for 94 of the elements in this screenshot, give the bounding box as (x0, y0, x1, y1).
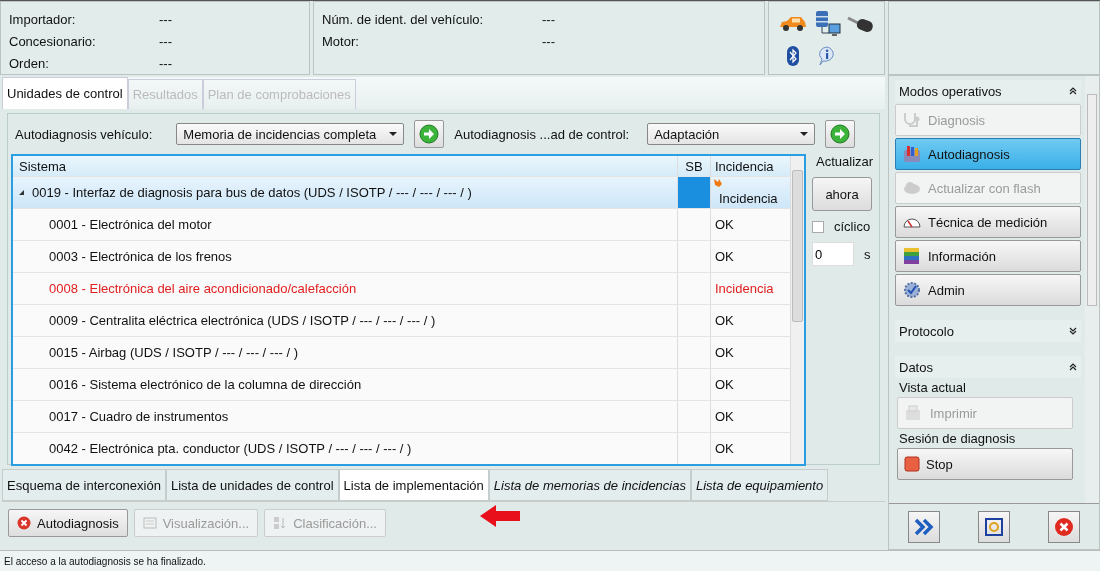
go-button[interactable] (414, 120, 445, 148)
system-name: 0015 - Airbag (UDS / ISOTP / --- / --- / --- / ) (49, 345, 298, 360)
result-text: OK (715, 409, 734, 424)
books-icon (902, 247, 922, 265)
go-button[interactable] (825, 120, 856, 148)
system-name: 0019 - Interfaz de diagnosis para bus de datos (UDS / ISOTP / --- / --- / --- / ) (32, 185, 472, 200)
tab[interactable]: Lista de unidades de control (165, 469, 339, 501)
field-label: Orden: (9, 55, 50, 71)
table-row[interactable]: 0009 - Centralita eléctrica electrónica (UDS / ISOTP / --- / --- / --- / ) OK (13, 305, 790, 337)
result-text: OK (715, 441, 734, 456)
field-value: --- (542, 33, 555, 49)
section-header[interactable]: Protocolo (895, 320, 1081, 342)
field-value: --- (159, 55, 172, 71)
collapse-icon[interactable] (1069, 87, 1077, 95)
cancel-icon (17, 516, 31, 530)
car-icon[interactable] (777, 15, 808, 33)
tools-icon (902, 145, 922, 163)
table-row[interactable]: 0019 - Interfaz de diagnosis para bus de datos (UDS / ISOTP / --- / --- / --- / ) Incidencia (13, 177, 790, 209)
expand-icon[interactable] (19, 190, 24, 195)
collapse-icon[interactable] (1069, 363, 1077, 371)
system-name: 0017 - Cuadro de instrumentos (49, 409, 229, 424)
stop-icon (904, 456, 920, 472)
result-text: OK (715, 345, 734, 360)
forward-button[interactable] (908, 510, 940, 543)
mode-button[interactable]: Técnica de medición (895, 206, 1081, 238)
system-name: 0016 - Sistema electrónico de la columna de dirección (49, 377, 362, 392)
select-label: Autodiagnosis ...ad de control: (454, 126, 630, 142)
system-name: 0003 - Electrónica de los frenos (49, 249, 232, 264)
vehicle-dropdown[interactable]: Memoria de incidencias completa (176, 123, 405, 145)
checkbox[interactable] (812, 220, 824, 233)
frame-button[interactable] (978, 510, 1010, 543)
field-label: Importador: (9, 11, 77, 27)
result-text: OK (715, 313, 734, 328)
select-label: Autodiagnosis vehículo: (15, 126, 153, 142)
table-row[interactable]: 0015 - Airbag (UDS / ISOTP / --- / --- / --- / ) OK (13, 337, 790, 369)
field-value: --- (542, 11, 555, 27)
section-header[interactable]: Datos (895, 356, 1081, 378)
system-name: 0008 - Electrónica del aire acondicionado/calefacción (49, 281, 357, 296)
unit-label: s (864, 246, 871, 262)
field-value: --- (159, 11, 172, 27)
status-text: El acceso a la autodiagnosis se ha finalizado. (4, 555, 206, 567)
mode-button[interactable]: Admin (895, 274, 1081, 306)
action-button[interactable]: Autodiagnosis (8, 509, 128, 537)
refresh-button[interactable]: ahora (812, 177, 872, 211)
scrollbar[interactable] (790, 156, 804, 464)
scrollbar[interactable] (1085, 76, 1099, 503)
system-name: 0009 - Centralita eléctrica electrónica (UDS / ISOTP / --- / --- / --- / ) (49, 313, 436, 328)
result-text: OK (715, 377, 734, 392)
mode-button[interactable]: Stop (897, 448, 1073, 480)
section-title: Modos operativos (899, 83, 1002, 99)
system-name: 0042 - Electrónica pta. conductor (UDS / ISOTP / --- / --- / --- / ) (49, 441, 412, 456)
field-label: Motor: (322, 33, 360, 49)
stethoscope-icon (902, 111, 922, 129)
cloud-icon (902, 179, 922, 197)
close-icon (1054, 516, 1074, 537)
mode-button[interactable]: Información (895, 240, 1081, 272)
table-row[interactable]: 0017 - Cuadro de instrumentos OK (13, 401, 790, 433)
column-header[interactable]: Sistema (13, 156, 677, 176)
interval-field[interactable]: 0 (812, 242, 854, 266)
bluetooth-icon[interactable] (786, 46, 799, 66)
mode-button[interactable]: Autodiagnosis (895, 138, 1081, 170)
field-label: Núm. de ident. del vehículo: (322, 11, 485, 27)
frame-icon (984, 516, 1004, 537)
column-header[interactable]: SB (677, 156, 710, 176)
expand-icon[interactable] (1069, 327, 1077, 335)
table-row[interactable]: 0008 - Electrónica del aire acondicionado/calefacción Incidencia (13, 273, 790, 305)
arrow-drawing (480, 505, 520, 527)
control-dropdown[interactable]: Adaptación (647, 123, 816, 145)
group-title: Sesión de diagnosis (899, 431, 1017, 446)
table-row[interactable]: 0016 - Sistema electrónico de la columna de dirección OK (13, 369, 790, 401)
field-value: --- (159, 33, 172, 49)
tab[interactable]: Unidades de control (2, 77, 128, 109)
gear-icon (902, 281, 922, 299)
result-text: OK (715, 249, 734, 264)
double-chevron-icon (914, 517, 934, 536)
section-header[interactable]: Modos operativos (895, 80, 1081, 102)
checkbox-label: cíclico (834, 219, 871, 234)
refresh-label: Actualizar (816, 154, 874, 169)
document-icon (142, 516, 157, 530)
sort-icon (273, 516, 288, 530)
table-row[interactable]: 0001 - Electrónica del motor OK (13, 209, 790, 241)
result-text: Incidencia (719, 191, 778, 206)
group-title: Vista actual (899, 380, 967, 395)
section-title: Datos (899, 359, 933, 375)
tab[interactable]: Esquema de interconexión (2, 469, 166, 501)
tab[interactable]: Lista de implementación (338, 469, 489, 501)
info-icon[interactable] (816, 46, 837, 66)
field-label: Concesionario: (9, 33, 97, 49)
system-name: 0001 - Electrónica del motor (49, 217, 212, 232)
result-text: OK (715, 217, 734, 232)
table-row[interactable]: 0003 - Electrónica de los frenos OK (13, 241, 790, 273)
result-text: Incidencia (715, 281, 774, 296)
close-button[interactable] (1048, 510, 1080, 543)
section-title: Protocolo (899, 323, 954, 339)
